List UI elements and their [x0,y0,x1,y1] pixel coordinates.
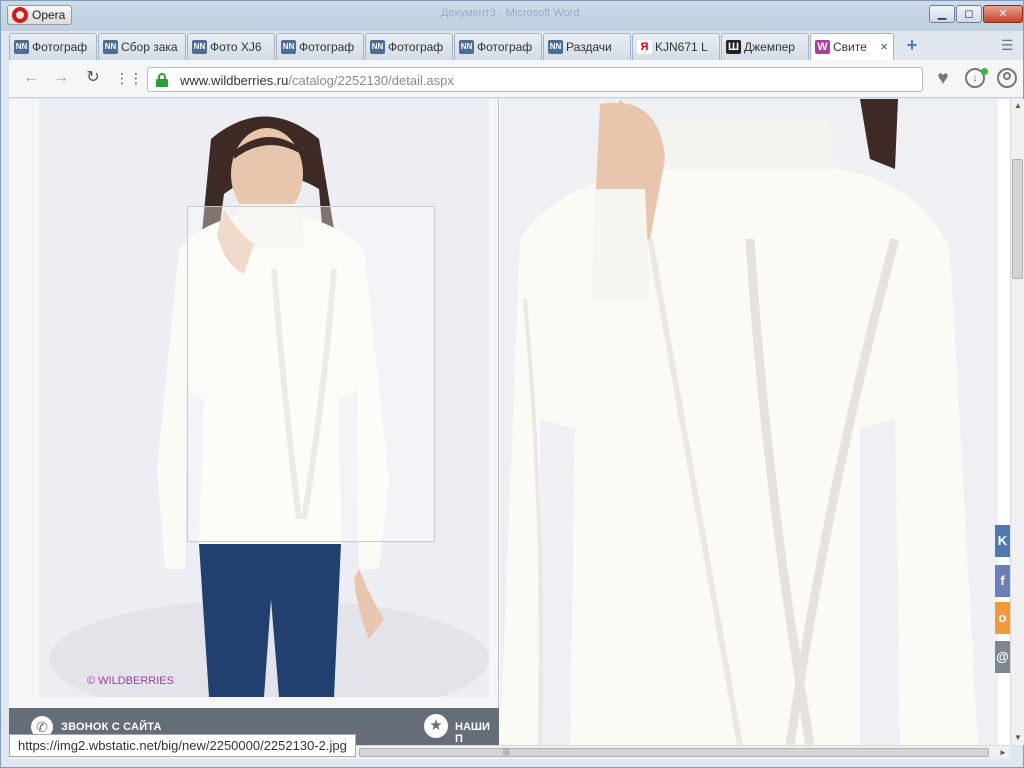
opera-menu-button[interactable]: Opera [7,5,73,25]
reload-button[interactable]: ↻ [83,68,103,88]
tab[interactable]: NN Фотограф [9,33,97,60]
vertical-scroll-thumb[interactable] [1012,159,1023,279]
scroll-down-icon[interactable]: ▼ [1011,731,1024,745]
tab-label: Раздачи [566,40,612,54]
tab[interactable]: Ш Джемпер [721,33,809,60]
product-photo[interactable]: © WILDBERRIES [39,99,489,697]
tab-label: Фотограф [388,40,444,54]
zoom-lens[interactable] [187,206,435,542]
window-caption: Документ3 - Microsoft Word [441,7,580,19]
product-thumbnail-panel: © WILDBERRIES ✆ ЗВОНОК С САЙТА ★ НАШИ П [9,99,499,745]
nn-favicon-icon: NN [370,40,385,54]
tab-label: KJN671 L [655,40,708,54]
horizontal-scroll-thumb[interactable] [359,748,989,757]
url-path: /catalog/2252130/detail.aspx [288,73,454,88]
tab[interactable]: NN Фотограф [365,33,453,60]
scroll-right-icon[interactable]: ► [996,746,1010,760]
tab-label: Джемпер [744,40,795,54]
page-viewport: © WILDBERRIES ✆ ЗВОНОК С САЙТА ★ НАШИ П [9,99,1010,745]
vk-share-button[interactable]: K [995,525,1010,557]
status-url-tooltip: https://img2.wbstatic.net/big/new/225000… [9,734,356,757]
address-bar[interactable]: www.wildberries.ru/catalog/2252130/detai… [147,67,923,92]
watermark: © WILDBERRIES [87,675,174,687]
tab-label: Фотограф [299,40,355,54]
vertical-scrollbar[interactable]: ▲ ▼ [1010,99,1024,745]
tab-strip: NN Фотограф NN Сбор зака NN Фото XJ6 NN … [9,33,1023,60]
maximize-button[interactable]: ◻ [956,5,982,23]
zoomed-product-photo[interactable] [500,99,998,745]
tab-close-icon[interactable]: × [880,34,888,60]
scroll-up-icon[interactable]: ▲ [1011,99,1024,113]
tab[interactable]: NN Раздачи [543,33,631,60]
nn-favicon-icon: NN [14,40,29,54]
url-host: www.wildberries.ru [180,73,289,88]
star-icon[interactable]: ★ [424,714,448,738]
tab[interactable]: NN Фотограф [276,33,364,60]
tab-label: Фото XJ6 [210,40,262,54]
forward-button[interactable]: → [51,68,71,88]
tab-label: Фотограф [32,40,88,54]
nn-favicon-icon: NN [548,40,563,54]
nn-favicon-icon: NN [281,40,296,54]
tab-menu-icon[interactable]: ☰ [1001,37,1017,53]
tab[interactable]: NN Фото XJ6 [187,33,275,60]
yandex-favicon-icon: Я [637,40,652,54]
mail-share-button[interactable]: @ [995,641,1010,673]
bookmark-heart-icon[interactable]: ♥ [931,67,955,91]
close-window-button[interactable]: ✕ [983,5,1023,23]
tab-label: Свите [833,40,867,54]
nn-favicon-icon: NN [103,40,118,54]
tab-label: Фотограф [477,40,533,54]
opera-menu-label: Opera [32,8,66,22]
callback-link[interactable]: ЗВОНОК С САЙТА [61,721,162,733]
odnoklassniki-share-button[interactable]: o [995,602,1010,634]
nn-favicon-icon: NN [192,40,207,54]
ours-link[interactable]: НАШИ П [455,721,499,745]
tab[interactable]: Я KJN671 L [632,33,720,60]
tab[interactable]: NN Сбор зака [98,33,186,60]
tab[interactable]: NN Фотограф [454,33,542,60]
downloads-indicator [981,68,988,75]
back-button[interactable]: ← [21,68,41,88]
wildberries-favicon-icon: W [815,40,830,54]
new-tab-button[interactable]: + [903,36,921,54]
minimize-button[interactable]: ▁ [929,5,955,23]
zoomed-sweater-illustration [500,99,998,745]
facebook-share-button[interactable]: f [995,565,1010,597]
scroll-grip-icon: ||| [503,747,510,756]
title-bar: Opera Документ3 - Microsoft Word ▁ ◻ ✕ [1,1,1023,31]
url-text[interactable]: www.wildberries.ru/catalog/2252130/detai… [180,73,454,88]
nn-favicon-icon: NN [459,40,474,54]
account-icon[interactable] [997,68,1017,88]
opera-logo-icon [12,7,28,23]
navigation-bar: ← → ↻ ⋮⋮⋮ www.wildberries.ru/catalog/225… [9,60,1023,98]
tab-label: Сбор зака [121,40,178,54]
browser-window: Opera Документ3 - Microsoft Word ▁ ◻ ✕ N… [0,0,1024,768]
speed-dial-icon[interactable]: ⋮⋮⋮ [115,68,157,88]
shop-favicon-icon: Ш [726,40,741,54]
lock-icon[interactable] [156,73,168,87]
tab-active[interactable]: W Свите × [810,33,894,60]
